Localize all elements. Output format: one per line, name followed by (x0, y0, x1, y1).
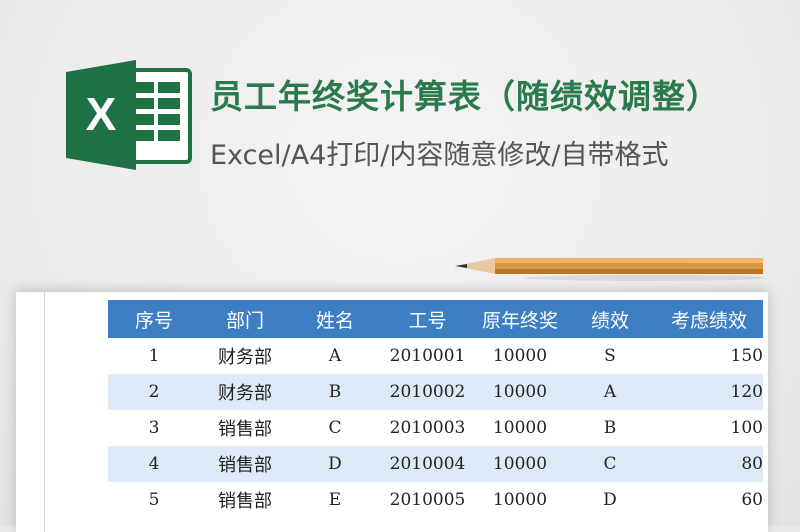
cell-index: 3 (148, 418, 160, 438)
cell-performance: B (603, 418, 617, 438)
table-row: 4 销售部 D 2010004 10000 C 80 (108, 446, 763, 482)
cell-employee-id: 2010001 (389, 346, 466, 366)
page-title: 员工年终奖计算表（随绩效调整） (210, 77, 720, 116)
cell-original-bonus: 10000 (492, 346, 548, 366)
cell-index: 2 (108, 374, 200, 410)
cell-employee-id: 2010005 (389, 490, 466, 510)
cell-name: C (328, 418, 342, 438)
cell-index: 1 (148, 346, 160, 366)
column-header-index: 序号 (108, 300, 200, 338)
table-row: 5 销售部 E 2010005 10000 D 60 (108, 482, 763, 518)
column-header-original-bonus: 原年终奖 (475, 300, 565, 338)
table-row: 2 财务部 B 2010002 10000 A 120 (108, 374, 763, 410)
cell-employee-id: 2010004 (380, 446, 475, 482)
cell-adjusted-bonus: 100 (730, 418, 763, 438)
column-header-name: 姓名 (290, 300, 380, 338)
column-header-department: 部门 (200, 300, 290, 338)
cell-department: 销售部 (200, 446, 290, 482)
cell-name: D (290, 446, 380, 482)
cell-original-bonus: 10000 (492, 490, 548, 510)
cell-adjusted-bonus: 120 (655, 374, 763, 410)
cell-performance: C (565, 446, 655, 482)
page-subtitle: Excel/A4打印/内容随意修改/自带格式 (210, 140, 669, 171)
cell-adjusted-bonus: 80 (655, 446, 763, 482)
spreadsheet-preview: 序号 部门 姓名 工号 原年终奖 绩效 考虑绩效 1 财务部 A 2010001… (16, 292, 768, 532)
cell-department: 财务部 (200, 374, 290, 410)
cell-name: B (290, 374, 380, 410)
cell-performance: D (603, 490, 617, 510)
cell-department: 销售部 (218, 491, 272, 512)
cell-department: 销售部 (218, 419, 272, 440)
cell-performance: A (565, 374, 655, 410)
excel-logo-icon: X (66, 60, 192, 170)
cell-original-bonus: 10000 (492, 418, 548, 438)
cell-index: 4 (108, 446, 200, 482)
column-header-performance: 绩效 (565, 300, 655, 338)
cell-employee-id: 2010002 (380, 374, 475, 410)
cell-name: A (328, 346, 342, 366)
cell-employee-id: 2010003 (389, 418, 466, 438)
cell-index: 5 (148, 490, 160, 510)
cell-adjusted-bonus: 60 (741, 490, 763, 510)
cell-original-bonus: 10000 (475, 446, 565, 482)
logo-letter: X (86, 88, 117, 140)
table-row: 3 销售部 C 2010003 10000 B 100 (108, 410, 763, 446)
sheet-edge-line (44, 292, 45, 532)
pencil-icon (455, 258, 765, 281)
cell-original-bonus: 10000 (475, 374, 565, 410)
table-row: 1 财务部 A 2010001 10000 S 150 (108, 338, 763, 374)
cell-adjusted-bonus: 150 (730, 346, 763, 366)
cell-name: E (328, 490, 342, 510)
column-header-employee-id: 工号 (380, 300, 475, 338)
column-header-adjusted-bonus: 考虑绩效 (655, 300, 763, 338)
cell-department: 财务部 (218, 347, 272, 368)
table-header-row: 序号 部门 姓名 工号 原年终奖 绩效 考虑绩效 (108, 300, 763, 338)
bonus-table: 序号 部门 姓名 工号 原年终奖 绩效 考虑绩效 1 财务部 A 2010001… (108, 300, 763, 518)
cell-performance: S (604, 346, 616, 366)
